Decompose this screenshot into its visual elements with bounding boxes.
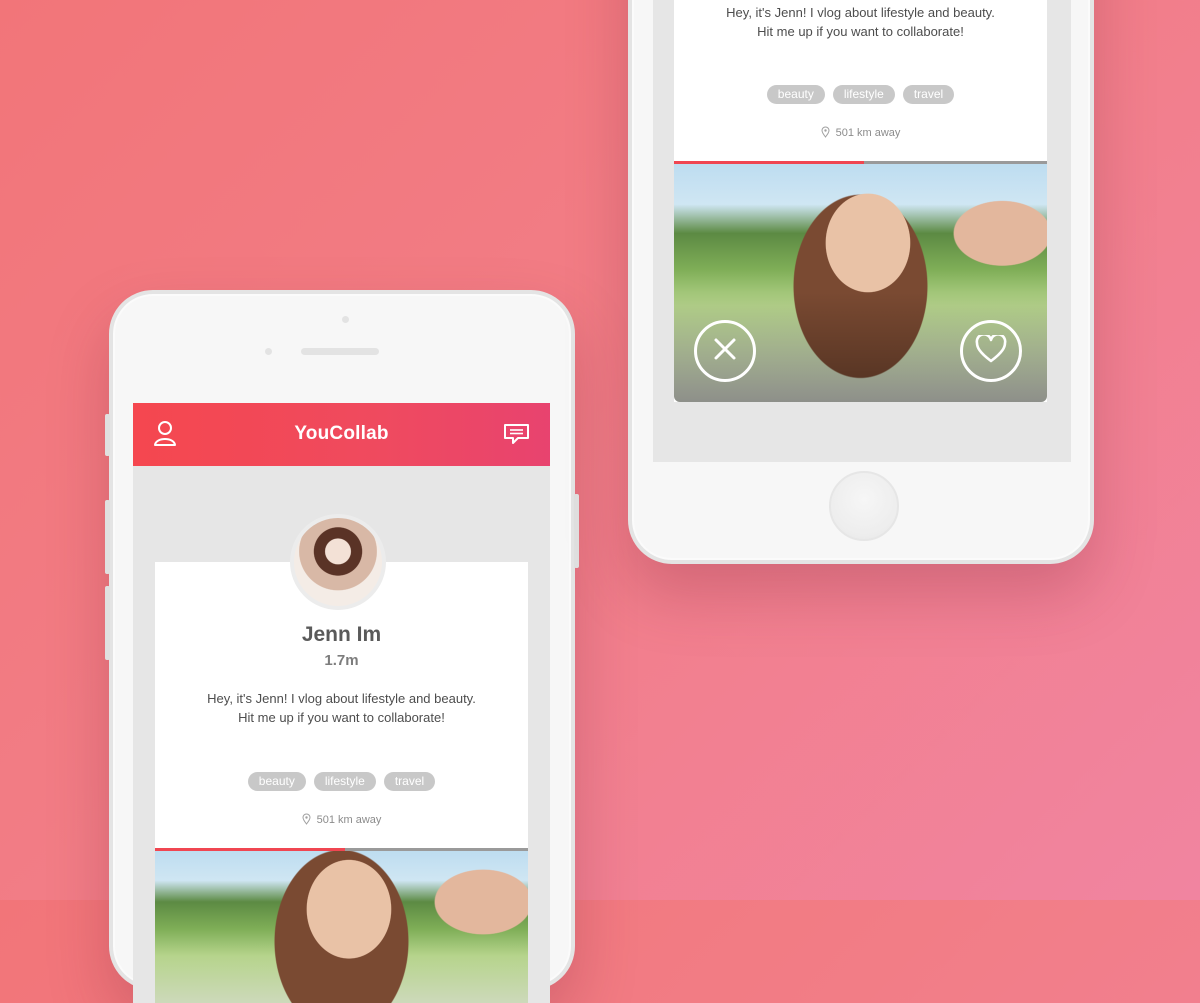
front-camera	[342, 316, 349, 323]
profile-card: Hey, it's Jenn! I vlog about lifestyle a…	[674, 0, 1047, 402]
phone-right: Hey, it's Jenn! I vlog about lifestyle a…	[628, 0, 1094, 564]
app-title: YouCollab	[294, 423, 389, 444]
profile-name: Jenn Im	[301, 623, 382, 646]
chat-icon[interactable]	[503, 423, 530, 450]
tag-lifestyle[interactable]: lifestyle	[313, 772, 376, 791]
screen: YouCollab Jenn Im 1.7m Hey, it's Jenn! I…	[133, 403, 550, 1003]
tag-lifestyle[interactable]: lifestyle	[832, 85, 895, 104]
pin-icon	[821, 126, 830, 141]
tag-travel[interactable]: travel	[902, 85, 955, 104]
tag-list: beauty lifestyle travel	[674, 85, 1047, 104]
heart-icon	[975, 332, 1007, 368]
distance-text: 501 km away	[316, 814, 382, 826]
follower-count: 1.7m	[324, 652, 359, 669]
video-progress	[674, 161, 865, 164]
distance-text: 501 km away	[835, 127, 901, 139]
video-preview[interactable]	[155, 848, 528, 1003]
pin-icon	[302, 813, 311, 828]
screen: Hey, it's Jenn! I vlog about lifestyle a…	[653, 0, 1071, 462]
side-button-mute	[105, 414, 110, 456]
proximity-sensor	[265, 348, 272, 355]
video-preview[interactable]	[674, 161, 1047, 402]
side-button-volume-up	[105, 500, 110, 574]
earpiece-speaker	[301, 348, 379, 355]
tag-list: beauty lifestyle travel	[155, 772, 528, 791]
like-button[interactable]	[960, 320, 1022, 382]
home-button[interactable]	[829, 471, 899, 541]
app-header: YouCollab	[133, 403, 550, 466]
tag-beauty[interactable]: beauty	[766, 85, 825, 104]
profile-bio: Hey, it's Jenn! I vlog about lifestyle a…	[726, 5, 995, 39]
distance-info: 501 km away	[674, 126, 1047, 141]
phone-left: YouCollab Jenn Im 1.7m Hey, it's Jenn! I…	[105, 290, 579, 1003]
avatar[interactable]	[290, 514, 386, 610]
side-button-volume-down	[105, 586, 110, 660]
dislike-button[interactable]	[694, 320, 756, 382]
profile-bio: Hey, it's Jenn! I vlog about lifestyle a…	[207, 691, 476, 725]
tag-beauty[interactable]: beauty	[247, 772, 306, 791]
video-progress	[155, 848, 346, 851]
close-icon	[712, 336, 738, 367]
distance-info: 501 km away	[155, 813, 528, 828]
profile-card: Jenn Im 1.7m Hey, it's Jenn! I vlog abou…	[155, 562, 528, 1003]
tag-travel[interactable]: travel	[383, 772, 436, 791]
side-button-power	[574, 494, 579, 568]
